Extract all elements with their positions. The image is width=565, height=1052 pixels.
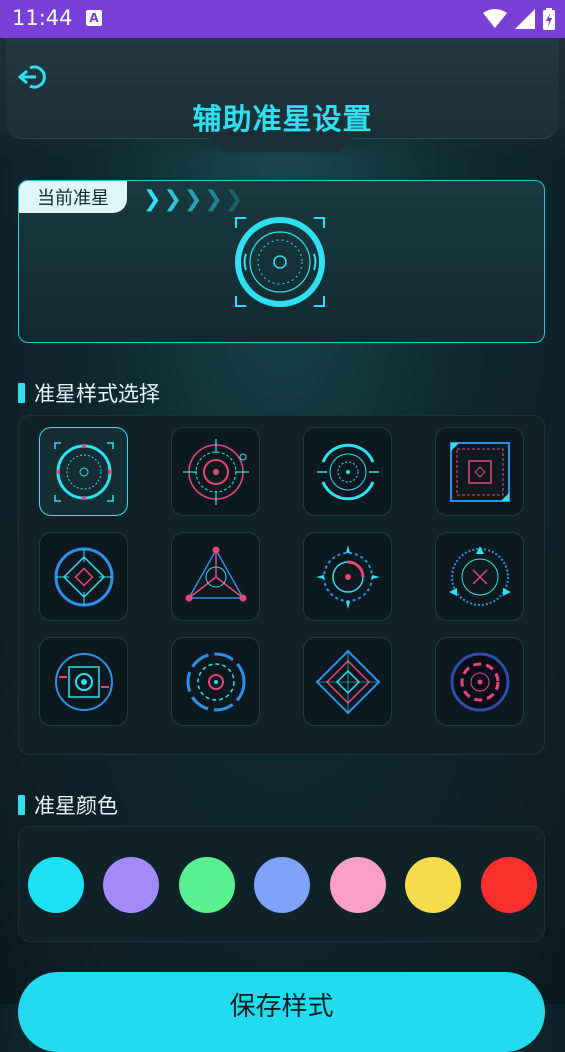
color-section-label: 准星颜色: [34, 794, 118, 818]
chevron-right-icon: ❯: [183, 187, 203, 212]
wifi-icon: [483, 9, 507, 28]
color-swatch-cyan[interactable]: [28, 857, 84, 913]
crosshair-style-8[interactable]: [435, 532, 524, 621]
status-icons: [483, 8, 555, 30]
color-swatch-red[interactable]: [481, 857, 537, 913]
crosshair-style-8-icon: [448, 545, 511, 606]
status-bar: 11:44 A: [0, 0, 565, 38]
current-crosshair-label: 当前准星: [19, 181, 127, 213]
current-crosshair-card: 当前准星 ❯ ❯ ❯ ❯ ❯: [18, 180, 545, 343]
chevron-right-icon: ❯: [224, 187, 244, 212]
color-swatch-purple[interactable]: [103, 857, 159, 913]
a-icon: A: [86, 10, 102, 26]
current-crosshair-preview: [235, 217, 325, 307]
color-section-title: 准星颜色: [18, 790, 118, 820]
crosshair-style-12[interactable]: [435, 637, 524, 726]
crosshair-style-1[interactable]: [39, 427, 128, 516]
color-swatch-green[interactable]: [179, 857, 235, 913]
color-swatch-yellow[interactable]: [405, 857, 461, 913]
style-section-title: 准星样式选择: [18, 378, 160, 408]
crosshair-style-3-icon: [316, 443, 379, 500]
crosshair-style-10[interactable]: [171, 637, 260, 726]
chevron-right-icon: ❯: [163, 187, 182, 212]
crosshair-style-5-icon: [54, 547, 113, 606]
crosshair-style-3[interactable]: [303, 427, 392, 516]
header-tab-decoration: [206, 136, 356, 152]
crosshair-style-4-icon: [449, 441, 510, 502]
signal-icon: [515, 9, 535, 29]
page-title: 辅助准星设置: [192, 102, 373, 136]
battery-charging-icon: [543, 8, 555, 30]
color-swatches: [18, 826, 545, 942]
section-marker: [18, 795, 25, 815]
crosshair-style-1-icon: [53, 441, 114, 502]
back-arrow-icon[interactable]: [18, 62, 48, 92]
crosshair-style-12-icon: [449, 651, 510, 712]
chevron-right-icon: ❯: [204, 187, 223, 212]
chevron-decoration: ❯ ❯ ❯ ❯ ❯: [143, 187, 243, 212]
style-section-label: 准星样式选择: [34, 382, 160, 406]
styles-grid: [18, 415, 545, 755]
crosshair-style-11-icon: [315, 649, 380, 714]
crosshair-style-7[interactable]: [303, 532, 392, 621]
crosshair-style-2[interactable]: [171, 427, 260, 516]
crosshair-style-7-icon: [315, 544, 380, 609]
crosshair-style-11[interactable]: [303, 637, 392, 726]
crosshair-style-5[interactable]: [39, 532, 128, 621]
crosshair-style-2-icon: [182, 438, 249, 505]
chevron-right-icon: ❯: [143, 187, 162, 212]
section-marker: [18, 383, 25, 403]
status-time: 11:44: [12, 6, 73, 30]
crosshair-style-10-icon: [186, 652, 245, 711]
crosshair-style-6[interactable]: [171, 532, 260, 621]
save-style-button[interactable]: 保存样式: [18, 972, 545, 1052]
crosshair-style-9-icon: [54, 652, 113, 711]
crosshair-style-9[interactable]: [39, 637, 128, 726]
crosshair-style-4[interactable]: [435, 427, 524, 516]
crosshair-style-6-icon: [185, 546, 246, 601]
color-swatch-pink[interactable]: [330, 857, 386, 913]
color-swatch-blue[interactable]: [254, 857, 310, 913]
